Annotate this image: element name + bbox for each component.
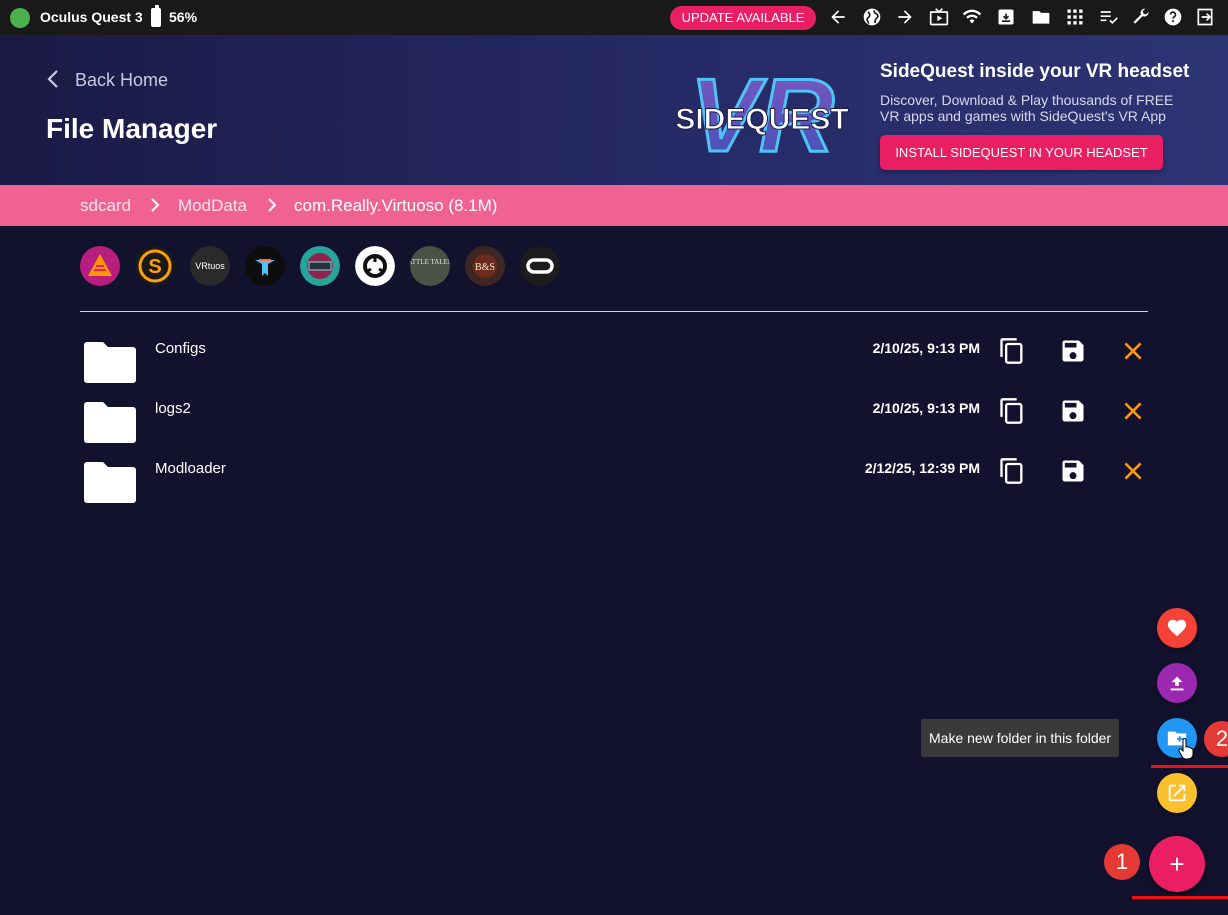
upload-icon (1170, 676, 1184, 691)
back-arrow-icon[interactable] (827, 6, 849, 28)
chevron-right-icon (151, 198, 160, 212)
wifi-icon[interactable] (961, 6, 983, 28)
forward-arrow-icon[interactable] (894, 6, 916, 28)
heart-icon (1167, 619, 1187, 637)
breadcrumb-moddata[interactable]: ModData (178, 196, 247, 216)
chevron-left-icon[interactable] (45, 68, 61, 90)
sidequest-vr-logo: VR SIDEQUEST (675, 57, 849, 176)
save-icon[interactable] (1058, 336, 1088, 366)
svg-text:VRtuos: VRtuos (195, 261, 225, 271)
save-icon[interactable] (1058, 456, 1088, 486)
page-title: File Manager (46, 113, 218, 144)
app-icon-1[interactable] (80, 246, 120, 286)
battery-icon (151, 5, 161, 27)
copy-icon[interactable] (997, 336, 1027, 366)
file-row[interactable]: Modloader 2/12/25, 12:39 PM (80, 454, 1148, 514)
favorite-button[interactable] (1157, 608, 1197, 648)
file-date: 2/10/25, 9:13 PM (872, 340, 980, 356)
folder-icon (84, 462, 136, 503)
back-home-link[interactable]: Back Home (75, 70, 168, 91)
delete-icon[interactable] (1118, 456, 1148, 486)
tooltip: Make new folder in this folder (921, 719, 1120, 757)
download-box-icon[interactable] (995, 6, 1017, 28)
plus-icon: + (1169, 849, 1185, 879)
app-icon-9[interactable] (520, 246, 560, 286)
delete-icon[interactable] (1118, 336, 1148, 366)
connection-status-icon (10, 8, 30, 28)
app-icon-5[interactable] (300, 246, 340, 286)
file-date: 2/10/25, 9:13 PM (872, 400, 980, 416)
svg-text:B&S: B&S (475, 262, 495, 273)
help-icon[interactable] (1162, 6, 1184, 28)
exit-icon[interactable] (1194, 6, 1216, 28)
promo-title: SideQuest inside your VR headset (880, 61, 1190, 82)
file-date: 2/12/25, 12:39 PM (864, 460, 980, 476)
step-badge-2: 2 (1204, 721, 1228, 757)
breadcrumb-current: com.Really.Virtuoso (8.1M) (294, 196, 498, 215)
file-row[interactable]: Configs 2/10/25, 9:13 PM (80, 334, 1148, 394)
copy-icon[interactable] (997, 456, 1027, 486)
highlight-underline (1151, 765, 1228, 768)
update-available-button[interactable]: UPDATE AVAILABLE (670, 6, 816, 30)
highlight-underline (1132, 896, 1228, 899)
app-icon-4[interactable] (245, 246, 285, 286)
file-name[interactable]: Configs (155, 340, 206, 357)
chevron-right-icon (268, 198, 277, 212)
open-in-new-icon (1168, 784, 1186, 802)
wrench-icon[interactable] (1130, 6, 1152, 28)
hand-cursor-icon (1178, 738, 1194, 760)
apps-grid-icon[interactable] (1064, 6, 1086, 28)
breadcrumb-sdcard[interactable]: sdcard (80, 196, 131, 216)
save-icon[interactable] (1058, 396, 1088, 426)
add-fab-button[interactable]: + (1149, 836, 1205, 892)
install-sidequest-button[interactable]: INSTALL SIDEQUEST IN YOUR HEADSET (880, 135, 1163, 170)
file-name[interactable]: logs2 (155, 400, 191, 417)
status-bar: Oculus Quest 3 56% UPDATE AVAILABLE (0, 0, 1228, 35)
device-name: Oculus Quest 3 (40, 9, 143, 25)
breadcrumb: sdcard ModData com.Really.Virtuoso (8.1M… (0, 185, 1228, 226)
divider (80, 311, 1148, 312)
promo-description: Discover, Download & Play thousands of F… (880, 92, 1174, 124)
folder-icon (84, 342, 136, 383)
copy-icon[interactable] (997, 396, 1027, 426)
globe-icon[interactable] (861, 6, 883, 28)
battery-percentage: 56% (169, 9, 198, 25)
app-icon-6[interactable] (355, 246, 395, 286)
svg-text:BATTLE TALENT: BATTLE TALENT (410, 258, 450, 266)
page-header: Back Home File Manager VR SIDEQUEST Side… (0, 35, 1228, 185)
folder-icon[interactable] (1030, 6, 1052, 28)
open-external-button[interactable] (1157, 773, 1197, 813)
svg-text:S: S (148, 256, 161, 278)
app-icon-3[interactable]: VRtuos (190, 246, 230, 286)
logo-sidequest-text: SIDEQUEST (675, 103, 848, 136)
step-badge-1: 1 (1104, 844, 1140, 880)
app-icon-2[interactable]: S (135, 246, 175, 286)
file-name[interactable]: Modloader (155, 460, 226, 477)
folder-icon (84, 402, 136, 443)
file-row[interactable]: logs2 2/10/25, 9:13 PM (80, 394, 1148, 454)
upload-button[interactable] (1157, 663, 1197, 703)
app-icon-8[interactable]: B&S (465, 246, 505, 286)
task-list-icon[interactable] (1098, 6, 1120, 28)
app-icon-7[interactable]: BATTLE TALENT (410, 246, 450, 286)
delete-icon[interactable] (1118, 396, 1148, 426)
tv-icon[interactable] (928, 6, 950, 28)
